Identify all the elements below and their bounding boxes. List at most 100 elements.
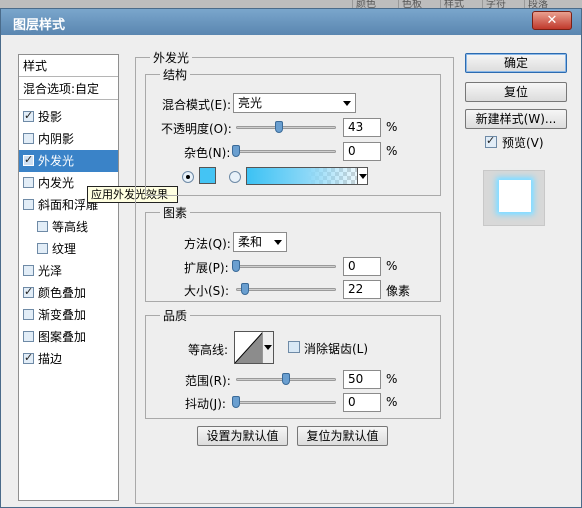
style-item-label: 渐变叠加	[38, 308, 87, 322]
contour-label: 等高线:	[188, 343, 229, 357]
close-icon: ✕	[546, 13, 558, 28]
style-item[interactable]: 颜色叠加	[19, 282, 118, 304]
style-item[interactable]: 渐变叠加	[19, 304, 118, 326]
style-item-label: 纹理	[52, 242, 77, 256]
opacity-label: 不透明度(O):	[161, 122, 232, 136]
style-item-label: 图案叠加	[38, 330, 87, 344]
gradient-preview[interactable]	[246, 167, 368, 185]
set-default-button[interactable]: 设置为默认值	[197, 426, 288, 446]
style-item-checkbox[interactable]	[37, 221, 48, 232]
opacity-slider-thumb[interactable]	[275, 121, 283, 133]
gradient-dropdown-button[interactable]	[357, 167, 368, 185]
blend-options-label: 混合选项:自定	[23, 82, 100, 96]
style-item-label: 内阴影	[38, 132, 75, 146]
technique-value: 柔和	[238, 235, 263, 249]
size-input[interactable]: 22	[343, 280, 381, 299]
range-input[interactable]: 50	[343, 370, 381, 389]
spread-label: 扩展(P):	[184, 261, 229, 275]
spread-unit: %	[386, 259, 398, 273]
quality-title: 品质	[160, 307, 191, 324]
style-preview	[483, 170, 545, 226]
panel-title: 外发光	[150, 49, 193, 66]
opacity-slider[interactable]	[236, 126, 336, 129]
style-item-checkbox[interactable]	[23, 177, 34, 188]
size-slider[interactable]	[236, 288, 336, 291]
noise-slider-thumb[interactable]	[232, 145, 240, 157]
jitter-label: 抖动(J):	[185, 397, 226, 411]
blend-mode-select[interactable]: 亮光	[233, 93, 356, 113]
chevron-down-icon	[359, 174, 367, 179]
style-item-label: 描边	[38, 352, 63, 366]
contour-picker[interactable]	[234, 331, 274, 364]
preview-swatch	[499, 180, 531, 212]
noise-unit: %	[386, 144, 398, 158]
jitter-input[interactable]: 0	[343, 393, 381, 412]
size-label: 大小(S):	[184, 284, 230, 298]
spread-slider-thumb[interactable]	[232, 260, 240, 272]
contour-dropdown-button[interactable]	[262, 332, 273, 363]
style-item[interactable]: 外发光	[19, 150, 118, 172]
gradient-radio[interactable]	[229, 171, 241, 183]
style-item-checkbox[interactable]	[23, 284, 34, 300]
style-item-checkbox[interactable]	[23, 265, 34, 276]
style-item-checkbox[interactable]	[23, 108, 34, 124]
contour-curve-icon	[235, 332, 263, 363]
blend-options-item[interactable]: 混合选项:自定	[19, 78, 118, 100]
opacity-unit: %	[386, 120, 398, 134]
glow-color-swatch[interactable]	[199, 167, 216, 184]
style-item[interactable]: 纹理	[19, 238, 118, 260]
range-label: 范围(R):	[185, 374, 231, 388]
dialog-titlebar[interactable]: 图层样式 ✕	[1, 9, 581, 35]
styles-list-header[interactable]: 样式	[19, 55, 118, 77]
new-style-button[interactable]: 新建样式(W)...	[465, 109, 567, 129]
noise-slider[interactable]	[236, 150, 336, 153]
noise-input[interactable]: 0	[343, 142, 381, 161]
jitter-slider[interactable]	[236, 401, 336, 404]
chevron-down-icon	[264, 345, 272, 350]
anti-alias-checkbox[interactable]	[288, 341, 300, 353]
close-button[interactable]: ✕	[532, 11, 572, 30]
size-unit: 像素	[386, 284, 411, 298]
size-slider-thumb[interactable]	[241, 283, 249, 295]
elements-title: 图素	[160, 204, 191, 221]
style-item-checkbox[interactable]	[23, 152, 34, 168]
style-item[interactable]: 光泽	[19, 260, 118, 282]
style-item-checkbox[interactable]	[23, 199, 34, 210]
style-item-label: 颜色叠加	[38, 286, 87, 300]
spread-slider[interactable]	[236, 265, 336, 268]
technique-label: 方法(Q):	[184, 237, 231, 251]
anti-alias-label: 消除锯齿(L)	[304, 342, 369, 356]
structure-title: 结构	[160, 66, 191, 83]
style-item[interactable]: 投影	[19, 106, 118, 128]
spread-input[interactable]: 0	[343, 257, 381, 276]
jitter-slider-thumb[interactable]	[232, 396, 240, 408]
preview-checkbox[interactable]	[485, 133, 497, 149]
elements-group: 图素 方法(Q): 柔和 扩展(P): 0 % 大小(S): 22 像素	[145, 204, 441, 302]
chevron-down-icon	[343, 101, 351, 106]
style-item[interactable]: 等高线	[19, 216, 118, 238]
outer-glow-panel: 外发光 结构 混合模式(E): 亮光 不透明度(O): 43 % 杂色(N): …	[135, 49, 454, 504]
style-item[interactable]: 图案叠加	[19, 326, 118, 348]
style-item-checkbox[interactable]	[23, 133, 34, 144]
style-item-checkbox[interactable]	[23, 331, 34, 342]
style-item-label: 外发光	[38, 154, 75, 168]
style-item[interactable]: 描边	[19, 348, 118, 370]
style-item-label: 光泽	[38, 264, 63, 278]
reset-button[interactable]: 复位	[465, 82, 567, 102]
chevron-down-icon	[274, 240, 282, 245]
blend-mode-label: 混合模式(E):	[162, 98, 231, 112]
dialog-title: 图层样式	[13, 18, 66, 33]
solid-color-radio[interactable]	[182, 171, 194, 183]
style-item[interactable]: 内阴影	[19, 128, 118, 150]
range-slider-thumb[interactable]	[282, 373, 290, 385]
blend-mode-value: 亮光	[238, 96, 263, 110]
style-item-checkbox[interactable]	[23, 309, 34, 320]
opacity-input[interactable]: 43	[343, 118, 381, 137]
style-item-checkbox[interactable]	[37, 243, 48, 254]
structure-group: 结构 混合模式(E): 亮光 不透明度(O): 43 % 杂色(N): 0 %	[145, 66, 441, 196]
reset-default-button[interactable]: 复位为默认值	[297, 426, 388, 446]
style-item-checkbox[interactable]	[23, 350, 34, 366]
ok-button[interactable]: 确定	[465, 53, 567, 73]
technique-select[interactable]: 柔和	[233, 232, 287, 252]
jitter-unit: %	[386, 395, 398, 409]
